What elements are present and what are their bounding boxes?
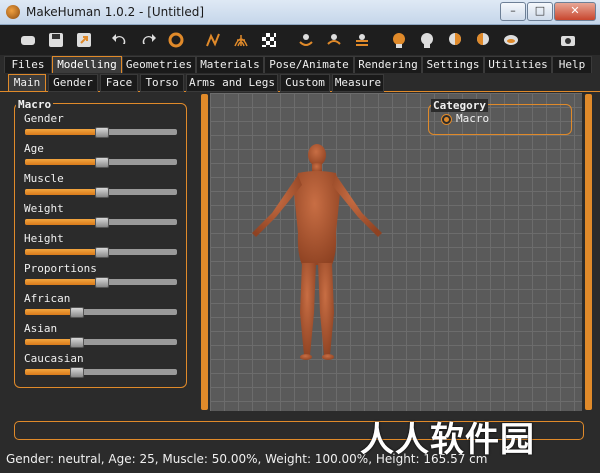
- slider-label-height: Height: [24, 232, 64, 245]
- slider-fill: [25, 279, 101, 285]
- slider-fill: [25, 159, 101, 165]
- back-view-icon[interactable]: [322, 28, 346, 52]
- subtab-arms-and-legs[interactable]: Arms and Legs: [186, 74, 278, 92]
- front-view-icon[interactable]: [294, 28, 318, 52]
- tab-utilities[interactable]: Utilities: [484, 56, 552, 74]
- slider-handle[interactable]: [95, 127, 109, 138]
- tab-pose-animate[interactable]: Pose/Animate: [264, 56, 354, 74]
- slider-label-caucasian: Caucasian: [24, 352, 84, 365]
- macro-group-title: Macro: [16, 98, 54, 111]
- slider-label-african: African: [24, 292, 71, 305]
- undo-icon[interactable]: [108, 28, 132, 52]
- slider-fill: [25, 339, 76, 345]
- slider-handle[interactable]: [69, 367, 84, 378]
- slider-handle[interactable]: [69, 337, 84, 348]
- maximize-button[interactable]: □: [527, 2, 553, 21]
- wireframe-icon[interactable]: [201, 28, 225, 52]
- slider-caucasian[interactable]: [25, 369, 177, 375]
- face-top-icon[interactable]: [471, 28, 495, 52]
- slider-asian[interactable]: [25, 339, 177, 345]
- new-file-icon[interactable]: [16, 28, 40, 52]
- slider-handle[interactable]: [95, 187, 109, 198]
- subtab-face[interactable]: Face: [100, 74, 138, 92]
- left-panel-scrollbar[interactable]: [201, 94, 208, 410]
- side-view-icon[interactable]: [350, 28, 374, 52]
- face-right-icon[interactable]: [443, 28, 467, 52]
- category-macro-radio[interactable]: [441, 114, 452, 125]
- category-group-title: Category: [431, 99, 488, 112]
- grid-mesh-icon[interactable]: [229, 28, 253, 52]
- save-icon[interactable]: [44, 28, 68, 52]
- slider-fill: [25, 129, 101, 135]
- slider-fill: [25, 189, 101, 195]
- tab-files[interactable]: Files: [4, 56, 52, 74]
- subtab-measure[interactable]: Measure: [332, 74, 384, 92]
- slider-fill: [25, 219, 101, 225]
- screenshot-icon[interactable]: [556, 28, 580, 52]
- slider-label-age: Age: [24, 142, 44, 155]
- slider-handle[interactable]: [95, 157, 109, 168]
- human-model[interactable]: [210, 93, 582, 411]
- face-left-icon[interactable]: [415, 28, 439, 52]
- category-macro-label: Macro: [456, 112, 490, 125]
- window-title: MakeHuman 1.0.2 - [Untitled]: [26, 5, 205, 19]
- face-bottom-icon[interactable]: [499, 28, 523, 52]
- slider-label-gender: Gender: [24, 112, 64, 125]
- app-logo-icon: [6, 5, 20, 19]
- redo-icon[interactable]: [136, 28, 160, 52]
- slider-label-weight: Weight: [24, 202, 64, 215]
- minimize-button[interactable]: –: [500, 2, 526, 21]
- slider-fill: [25, 369, 76, 375]
- watermark: 人人软件园: [360, 420, 535, 460]
- slider-label-asian: Asian: [24, 322, 58, 335]
- tab-rendering[interactable]: Rendering: [354, 56, 422, 74]
- subtab-torso[interactable]: Torso: [140, 74, 184, 92]
- tab-modelling[interactable]: Modelling: [52, 56, 122, 74]
- slider-handle[interactable]: [95, 217, 109, 228]
- slider-handle[interactable]: [95, 277, 109, 288]
- slider-label-muscle: Muscle: [24, 172, 64, 185]
- tab-materials[interactable]: Materials: [196, 56, 264, 74]
- reset-icon[interactable]: [164, 28, 188, 52]
- close-button[interactable]: ✕: [554, 2, 596, 21]
- subtab-custom[interactable]: Custom: [280, 74, 330, 92]
- checker-icon[interactable]: [257, 28, 281, 52]
- tab-geometries[interactable]: Geometries: [122, 56, 196, 74]
- tab-settings[interactable]: Settings: [422, 56, 484, 74]
- subtab-main[interactable]: Main: [8, 74, 46, 92]
- slider-fill: [25, 309, 76, 315]
- slider-african[interactable]: [25, 309, 177, 315]
- right-panel-scrollbar[interactable]: [585, 94, 592, 410]
- export-icon[interactable]: [72, 28, 96, 52]
- 3d-viewport[interactable]: [210, 93, 582, 411]
- slider-label-proportions: Proportions: [24, 262, 97, 275]
- slider-fill: [25, 249, 101, 255]
- subtab-gender[interactable]: Gender: [48, 74, 98, 92]
- tab-help[interactable]: Help: [552, 56, 592, 74]
- slider-handle[interactable]: [95, 247, 109, 258]
- slider-handle[interactable]: [69, 307, 84, 318]
- face-front-icon[interactable]: [387, 28, 411, 52]
